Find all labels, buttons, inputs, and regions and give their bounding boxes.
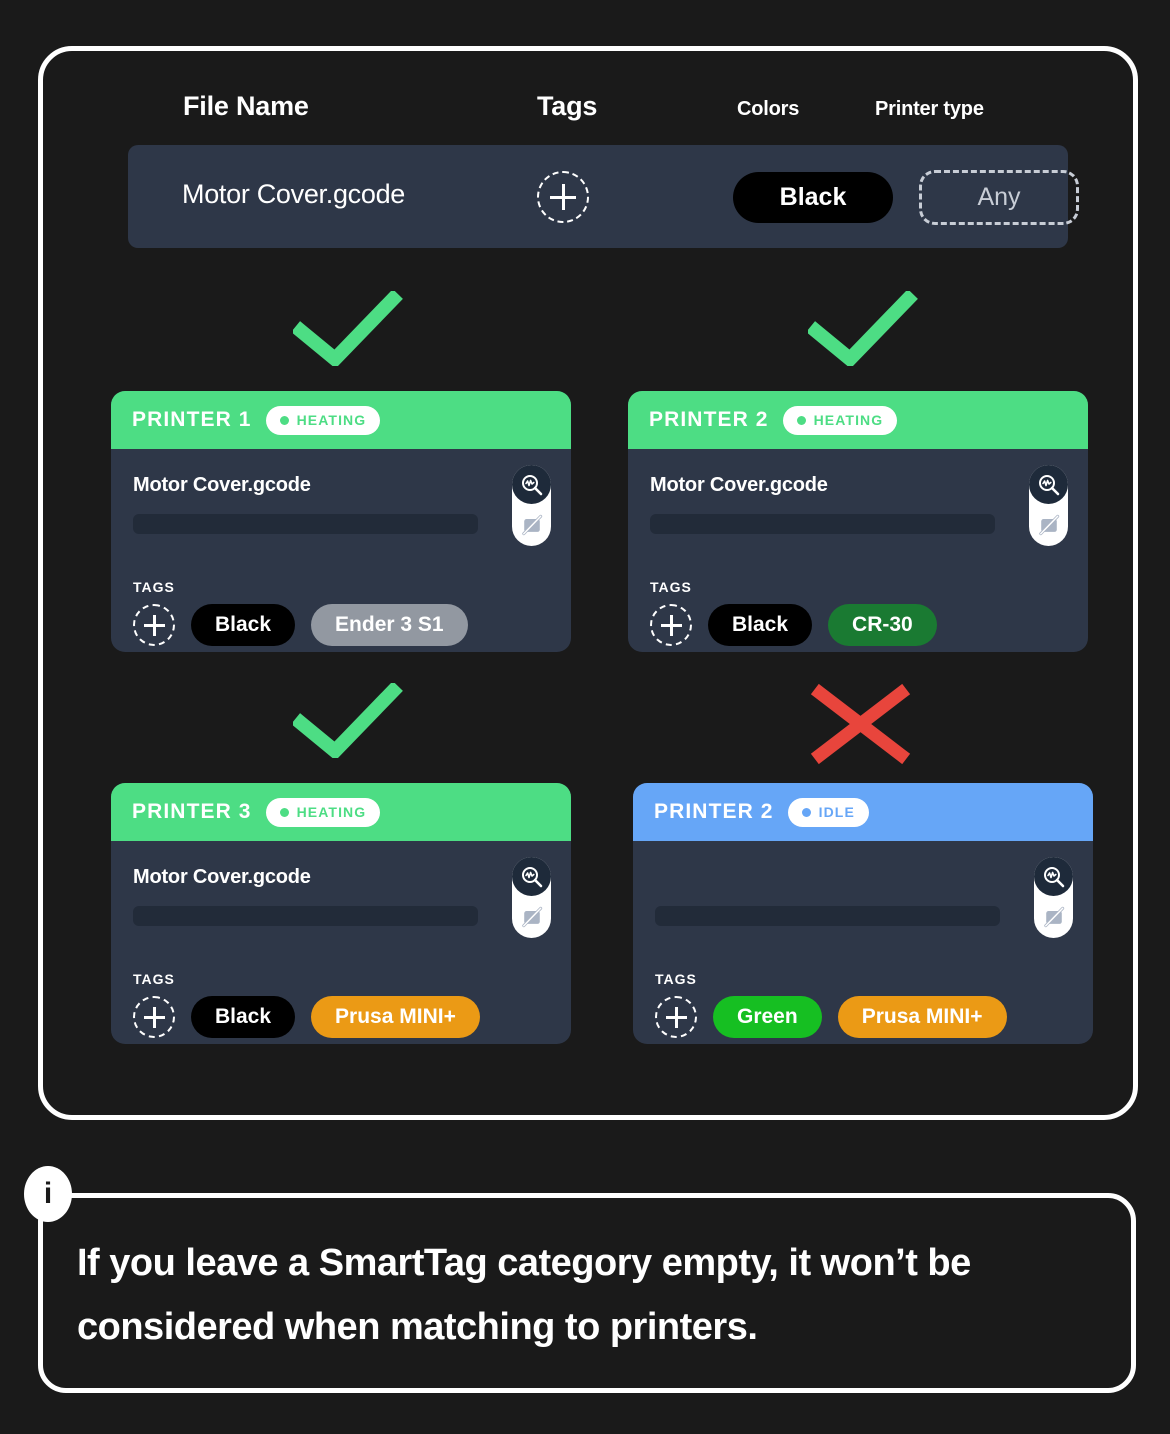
column-header-file-name: File Name <box>183 91 309 121</box>
print-progress-bar <box>650 514 995 534</box>
camera-off-icon <box>521 906 542 928</box>
check-icon <box>806 289 918 369</box>
camera-off-icon <box>521 514 542 536</box>
tag-color[interactable]: Black <box>191 604 296 646</box>
tag-color[interactable]: Black <box>191 996 296 1038</box>
add-tag-button[interactable] <box>537 171 589 223</box>
column-headers: File Name Tags Colors Printer type <box>43 81 1133 131</box>
column-header-colors: Colors <box>737 98 800 120</box>
tags-label: TAGS <box>133 971 175 987</box>
status-label: HEATING <box>296 804 367 820</box>
printer-card-3[interactable]: PRINTER 3 HEATING Motor Cover.gcode TAGS… <box>111 783 571 1044</box>
tags-label: TAGS <box>650 579 692 595</box>
printer-filename: Motor Cover.gcode <box>650 474 828 496</box>
cross-icon <box>810 683 911 765</box>
check-icon <box>291 289 403 369</box>
status-badge: IDLE <box>787 797 869 827</box>
tag-color[interactable]: Black <box>708 604 813 646</box>
info-badge-icon: i <box>24 1166 72 1222</box>
camera-off-icon-wrap[interactable] <box>521 896 543 938</box>
tag-printer-type[interactable]: Ender 3 S1 <box>311 604 468 646</box>
info-callout: If you leave a SmartTag category empty, … <box>38 1193 1136 1393</box>
inspect-magnifier-icon[interactable] <box>512 465 551 504</box>
magnifier-waveform-icon <box>521 866 542 887</box>
printer-filename: Motor Cover.gcode <box>133 474 311 496</box>
magnifier-waveform-icon <box>1038 474 1059 495</box>
status-dot-icon <box>796 415 806 425</box>
printer-card-2[interactable]: PRINTER 2 HEATING Motor Cover.gcode TAGS… <box>628 391 1088 652</box>
printer-card-header: PRINTER 1 HEATING <box>111 391 571 449</box>
tag-printer-type[interactable]: Prusa MINI+ <box>311 996 480 1038</box>
inspect-magnifier-icon[interactable] <box>1029 465 1068 504</box>
tag-printer-type[interactable]: CR-30 <box>828 604 937 646</box>
column-header-tags: Tags <box>537 91 598 121</box>
camera-off-icon-wrap[interactable] <box>1038 504 1060 546</box>
file-row-color-tag[interactable]: Black <box>733 172 893 223</box>
add-tag-button[interactable] <box>655 996 697 1038</box>
check-icon <box>291 681 403 761</box>
tags-row: Black CR-30 <box>650 604 937 646</box>
printer-name: PRINTER 2 <box>654 800 774 823</box>
printer-card-header: PRINTER 2 HEATING <box>628 391 1088 449</box>
match-check-printer-1 <box>291 289 403 371</box>
tag-color[interactable]: Green <box>713 996 822 1038</box>
inspect-magnifier-icon[interactable] <box>512 857 551 896</box>
printer-name: PRINTER 3 <box>132 800 252 823</box>
printer-card-body: Motor Cover.gcode TAGS Black Prusa MINI+ <box>111 841 571 1044</box>
printer-card-body: Motor Cover.gcode TAGS Black CR-30 <box>628 449 1088 652</box>
magnifier-waveform-icon <box>521 474 542 495</box>
printer-card-4[interactable]: PRINTER 2 IDLE TAGS Green Prusa MINI+ <box>633 783 1093 1044</box>
status-dot-icon <box>279 807 289 817</box>
status-label: HEATING <box>813 412 884 428</box>
add-tag-button[interactable] <box>650 604 692 646</box>
print-progress-bar <box>133 514 478 534</box>
file-row-printer-type-tag[interactable]: Any <box>919 170 1079 225</box>
printer-card-header: PRINTER 2 IDLE <box>633 783 1093 841</box>
add-tag-button[interactable] <box>133 996 175 1038</box>
camera-off-icon <box>1038 514 1059 536</box>
tags-label: TAGS <box>655 971 697 987</box>
camera-toggle[interactable] <box>1034 857 1073 938</box>
add-tag-button[interactable] <box>133 604 175 646</box>
printer-name: PRINTER 1 <box>132 408 252 431</box>
tag-printer-type[interactable]: Prusa MINI+ <box>837 996 1007 1038</box>
status-badge: HEATING <box>265 405 381 435</box>
camera-toggle[interactable] <box>512 857 551 938</box>
status-dot-icon <box>801 807 811 817</box>
column-header-printer-type: Printer type <box>875 98 984 120</box>
tags-row: Green Prusa MINI+ <box>655 996 1007 1038</box>
status-badge: HEATING <box>782 405 898 435</box>
magnifier-waveform-icon <box>1043 866 1064 887</box>
printer-filename: Motor Cover.gcode <box>133 866 311 888</box>
match-check-printer-3 <box>291 681 403 763</box>
info-callout-text: If you leave a SmartTag category empty, … <box>77 1242 971 1348</box>
camera-off-icon-wrap[interactable] <box>521 504 543 546</box>
inspect-magnifier-icon[interactable] <box>1034 857 1073 896</box>
tags-label: TAGS <box>133 579 175 595</box>
printer-name: PRINTER 2 <box>649 408 769 431</box>
printer-card-header: PRINTER 3 HEATING <box>111 783 571 841</box>
printer-card-body: Motor Cover.gcode TAGS Black Ender 3 S1 <box>111 449 571 652</box>
camera-off-icon-wrap[interactable] <box>1043 896 1065 938</box>
file-row[interactable]: Motor Cover.gcode Black Any <box>128 145 1079 248</box>
no-match-cross-printer-2 <box>808 677 913 772</box>
file-row-name: Motor Cover.gcode <box>182 179 406 209</box>
print-progress-bar <box>133 906 478 926</box>
tags-row: Black Prusa MINI+ <box>133 996 480 1038</box>
camera-off-icon <box>1043 906 1064 928</box>
status-label: HEATING <box>296 412 367 428</box>
status-label: IDLE <box>818 804 855 820</box>
camera-toggle[interactable] <box>1029 465 1068 546</box>
status-badge: HEATING <box>265 797 381 827</box>
screenshot-root: File Name Tags Colors Printer type Motor… <box>0 0 1170 1434</box>
status-dot-icon <box>279 415 289 425</box>
printer-card-body: TAGS Green Prusa MINI+ <box>633 841 1093 1044</box>
print-progress-bar <box>655 906 1000 926</box>
camera-toggle[interactable] <box>512 465 551 546</box>
tags-row: Black Ender 3 S1 <box>133 604 468 646</box>
match-check-printer-2 <box>806 289 918 371</box>
printer-card-1[interactable]: PRINTER 1 HEATING Motor Cover.gcode TAGS… <box>111 391 571 652</box>
smarttag-matching-panel: File Name Tags Colors Printer type Motor… <box>38 46 1138 1120</box>
